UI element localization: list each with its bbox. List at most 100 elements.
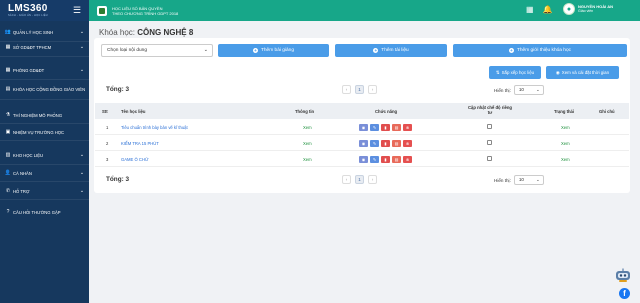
sidebar-item-label: PHÒNG GD&ĐT — [13, 67, 45, 73]
privacy-checkbox[interactable] — [487, 124, 492, 129]
publisher-text: HỌC LIỆU SỐ BẢN QUYỀN THEO CHƯƠNG TRÌNH … — [112, 6, 178, 16]
trash-icon[interactable]: ▮ — [381, 140, 390, 147]
info-view-link[interactable]: Xem — [303, 157, 312, 162]
row-actions: ◉ ✎ ▮ ▤ ⊗ — [359, 124, 412, 131]
delete-icon[interactable]: ⊗ — [403, 156, 412, 163]
add-intro-button[interactable]: + Thêm giới thiệu khóa học — [453, 44, 627, 57]
edit-icon[interactable]: ✎ — [370, 140, 379, 147]
sidebar-item-9[interactable]: ✆ HỖ TRỢ ⌄ — [0, 186, 89, 196]
page-button-1[interactable]: 1 — [355, 175, 364, 184]
view-schedule-label: Xem và cài đặt thời gian — [561, 70, 610, 75]
sidebar-item-4[interactable]: ▤ KHÓA HỌC CỘNG ĐỒNG GIÁO VIÊN — [0, 82, 89, 96]
file-icon[interactable]: ▤ — [392, 124, 401, 131]
sort-lessons-label: Sắp xếp học liệu — [501, 70, 535, 75]
add-lesson-button[interactable]: + Thêm bài giảng — [218, 44, 329, 57]
grid-icon: ▦ — [5, 66, 11, 73]
eye-icon[interactable]: ◉ — [359, 156, 368, 163]
trash-icon[interactable]: ▮ — [381, 124, 390, 131]
eye-icon: ◉ — [555, 69, 560, 75]
page-title: Khóa học: CÔNG NGHỆ 8 — [99, 28, 193, 37]
sort-lessons-button[interactable]: ⇅ Sắp xếp học liệu — [489, 66, 541, 79]
sidebar-item-label: CÂU HỎI THƯỜNG GẶP — [13, 209, 61, 215]
sidebar-item-label: HỖ TRỢ — [13, 188, 30, 194]
lesson-name-link[interactable]: Tiêu chuẩn trình bày bản vẽ kĩ thuật — [121, 125, 188, 130]
sidebar-item-label: SỞ GD&ĐT TPHCM — [13, 44, 52, 50]
view-schedule-button[interactable]: ◉ Xem và cài đặt thời gian — [546, 66, 619, 79]
total-count-bottom: Tổng: 3 — [106, 176, 130, 183]
status-view-link[interactable]: Xem — [561, 125, 570, 130]
bell-icon[interactable]: 🔔 — [543, 5, 553, 15]
clipboard-icon: ▣ — [5, 128, 11, 135]
header-name: Tên học liệu — [121, 109, 146, 114]
sidebar-item-label: CÁ NHÂN — [13, 170, 32, 176]
eye-icon[interactable]: ◉ — [359, 124, 368, 131]
avatar: ● — [563, 3, 575, 15]
prev-page-button[interactable]: ‹ — [342, 175, 351, 184]
sidebar-item-5[interactable]: ⚗ THÍ NGHIỆM MÔ PHỎNG — [0, 110, 89, 120]
row-stt: 3 — [106, 157, 109, 162]
row-stt: 1 — [106, 125, 109, 130]
user-icon: 👤 — [4, 169, 12, 176]
apps-grid-icon[interactable]: ▦ — [526, 5, 534, 15]
sidebar-item-2[interactable]: ▦ SỞ GD&ĐT TPHCM ⌄ — [0, 41, 89, 53]
per-page-select[interactable]: 10 ⌄ — [513, 175, 544, 185]
header-stt: Stt — [102, 109, 108, 114]
add-material-button[interactable]: + Thêm tài liệu — [335, 44, 447, 57]
facebook-icon[interactable]: f — [619, 288, 630, 299]
lesson-name-link[interactable]: GAME Ô CHỮ — [121, 157, 149, 162]
prev-page-button[interactable]: ‹ — [342, 85, 351, 94]
status-view-link[interactable]: Xem — [561, 157, 570, 162]
file-icon[interactable]: ▤ — [392, 140, 401, 147]
page-title-prefix: Khóa học: — [99, 28, 136, 37]
sidebar-item-10[interactable]: ? CÂU HỎI THƯỜNG GẶP — [0, 207, 89, 217]
sidebar-item-7[interactable]: ▥ KHO HỌC LIỆU ⌄ — [0, 149, 89, 161]
sidebar-divider — [0, 199, 89, 200]
sidebar-divider — [0, 164, 89, 165]
trash-icon[interactable]: ▮ — [381, 156, 390, 163]
next-page-button[interactable]: › — [368, 175, 377, 184]
sidebar-divider — [0, 123, 89, 124]
info-view-link[interactable]: Xem — [303, 141, 312, 146]
per-page-select[interactable]: 10 ⌄ — [513, 85, 544, 95]
header-info: Thông tin — [295, 109, 315, 114]
page-button-1[interactable]: 1 — [355, 85, 364, 94]
content-type-select[interactable]: Chọn loại nội dung ⌄ — [101, 44, 213, 57]
status-view-link[interactable]: Xem — [561, 141, 570, 146]
sidebar-item-label: QUẢN LÝ HỌC SINH — [13, 29, 54, 35]
file-icon[interactable]: ▤ — [392, 156, 401, 163]
info-view-link[interactable]: Xem — [303, 125, 312, 130]
add-lesson-label: Thêm bài giảng — [260, 48, 295, 53]
sidebar-item-1[interactable]: 👥 QUẢN LÝ HỌC SINH ⌄ — [0, 26, 89, 38]
top-bar: LMS360 SÁCH - GIÁO ÁN - HỌC LIỆU HỌC LIỆ… — [0, 0, 640, 21]
lesson-name-link[interactable]: KIỂM TRA 15 PHÚT — [121, 141, 159, 146]
plus-circle-icon: + — [373, 48, 379, 53]
sidebar-item-label: NHIỆM VỤ TRƯỜNG HỌC — [13, 129, 65, 135]
privacy-checkbox[interactable] — [487, 140, 492, 145]
sidebar-divider — [0, 140, 89, 141]
delete-icon[interactable]: ⊗ — [403, 124, 412, 131]
eye-icon[interactable]: ◉ — [359, 140, 368, 147]
sidebar-divider — [0, 99, 89, 100]
privacy-checkbox[interactable] — [487, 156, 492, 161]
delete-icon[interactable]: ⊗ — [403, 140, 412, 147]
total-count: Tổng: 3 — [106, 86, 130, 93]
sidebar-item-3[interactable]: ▦ PHÒNG GD&ĐT ⌄ — [0, 64, 89, 76]
pagination-top: ‹ 1 › — [342, 85, 377, 94]
chevron-down-icon: ⌄ — [79, 151, 85, 158]
flask-icon: ⚗ — [5, 111, 11, 118]
sidebar-item-6[interactable]: ▣ NHIỆM VỤ TRƯỜNG HỌC — [0, 127, 89, 137]
chevron-down-icon: ⌄ — [79, 43, 85, 50]
edit-icon[interactable]: ✎ — [370, 156, 379, 163]
row-stt: 2 — [106, 141, 109, 146]
next-page-button[interactable]: › — [368, 85, 377, 94]
header-note: Ghi chú — [599, 109, 615, 114]
row-actions: ◉ ✎ ▮ ▤ ⊗ — [359, 156, 412, 163]
menu-toggle-icon[interactable]: ☰ — [73, 5, 81, 15]
edit-icon[interactable]: ✎ — [370, 124, 379, 131]
chatbot-robot-icon[interactable] — [614, 268, 632, 282]
content-type-select-value: Chọn loại nội dung — [107, 48, 148, 53]
per-page-label: Hiển thị: — [494, 87, 511, 93]
support-icon: ✆ — [5, 187, 11, 194]
user-menu[interactable]: ● NGUYỄN HOÀI AN Giáo viên — [563, 3, 613, 15]
sidebar-item-8[interactable]: 👤 CÁ NHÂN ⌄ — [0, 168, 89, 178]
